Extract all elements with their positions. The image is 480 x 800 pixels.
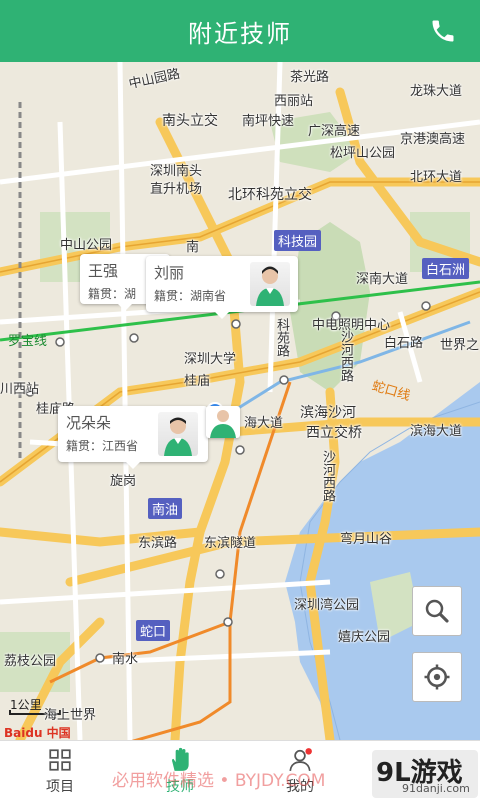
map-label: 龙珠大道: [410, 84, 463, 99]
map-label: 茶光路: [290, 70, 330, 85]
map-label: 深圳湾公园: [294, 598, 360, 613]
map-label: 沙河西路: [338, 330, 353, 382]
map-label: 南头立交: [162, 113, 218, 129]
phone-icon: [432, 20, 454, 42]
map-label: 深南大道: [356, 272, 409, 287]
map-label: 深圳南头: [150, 164, 203, 179]
watermark-logo-sub: 91danji.com: [402, 782, 470, 795]
map-label: 海上世界: [44, 708, 97, 723]
map-label: 中山公园: [60, 238, 113, 253]
map-label: 嬉庆公园: [338, 630, 391, 645]
technician-avatar: [250, 262, 290, 306]
map-label: 南水: [112, 652, 139, 667]
map-label: 南: [186, 240, 200, 255]
avatar-icon: [210, 410, 236, 438]
map-label: 松坪山公园: [330, 146, 396, 161]
phone-button[interactable]: [426, 14, 460, 48]
watermark-text: 必用软件精选 • BYJDY.COM: [112, 771, 326, 791]
map-label: 滨海大道: [410, 424, 463, 439]
technician-bubble[interactable]: 刘丽 籍贯：湖南省: [146, 256, 298, 319]
nav-label: 项目: [46, 778, 74, 795]
map-label: 南坪快速: [242, 114, 295, 129]
technician-bubble[interactable]: 况朵朵 籍贯：江西省: [58, 406, 208, 469]
grid-icon: [46, 746, 74, 774]
map-label: 荔枝公园: [4, 654, 57, 669]
search-icon: [425, 599, 449, 623]
map-label: 北环科苑立交: [228, 187, 312, 203]
locate-icon: [424, 664, 450, 690]
avatar-icon: [256, 266, 284, 306]
map-label: 旋岗: [110, 474, 137, 489]
map-label: 弯月山谷: [340, 532, 393, 547]
map-label: 深圳大学: [184, 352, 237, 367]
map-view[interactable]: 中山园路 茶光路 龙珠大道 西丽站 南头立交 南坪快速 广深高速 京港澳高速 松…: [0, 62, 480, 740]
map-locate-button[interactable]: [412, 652, 462, 702]
map-scale: 1公里: [10, 698, 42, 712]
map-area-tag: 蛇口: [136, 620, 171, 641]
nav-item-projects[interactable]: 项目: [0, 741, 120, 800]
map-label: 西立交桥: [306, 425, 362, 441]
map-area-tag: 科技园: [274, 230, 322, 251]
map-label: 东滨隧道: [204, 536, 257, 551]
map-label: 直升机场: [150, 182, 203, 197]
map-label: 滨海沙河: [300, 405, 356, 421]
map-label: 北环大道: [410, 170, 463, 185]
map-area-tag: 白石洲: [422, 258, 470, 279]
map-label: 桂庙: [184, 374, 211, 389]
map-label: 西丽站: [274, 94, 314, 109]
map-label: 罗宝线: [8, 334, 48, 349]
avatar-icon: [164, 417, 192, 456]
map-label: 白石路: [384, 336, 424, 351]
map-label: 世界之: [440, 338, 480, 353]
page-title: 附近技师: [188, 19, 292, 48]
technician-avatar: [158, 412, 198, 456]
technician-avatar-partial[interactable]: [206, 406, 240, 438]
map-area-tag: 南油: [148, 498, 183, 519]
map-label: 京港澳高速: [400, 132, 466, 147]
map-label: 川西站: [0, 382, 40, 397]
map-label: 广深高速: [308, 124, 361, 139]
map-attribution: Baidu 中国: [4, 726, 71, 740]
watermark-logo: 9L游戏 91danji.com: [372, 750, 478, 798]
app-header: 附近技师: [0, 0, 480, 62]
map-label: 沙河西路: [320, 450, 335, 502]
map-label: 东滨路: [138, 536, 178, 551]
map-label: 海大道: [244, 416, 284, 431]
map-search-button[interactable]: [412, 586, 462, 636]
map-label: 科苑路: [274, 318, 289, 357]
